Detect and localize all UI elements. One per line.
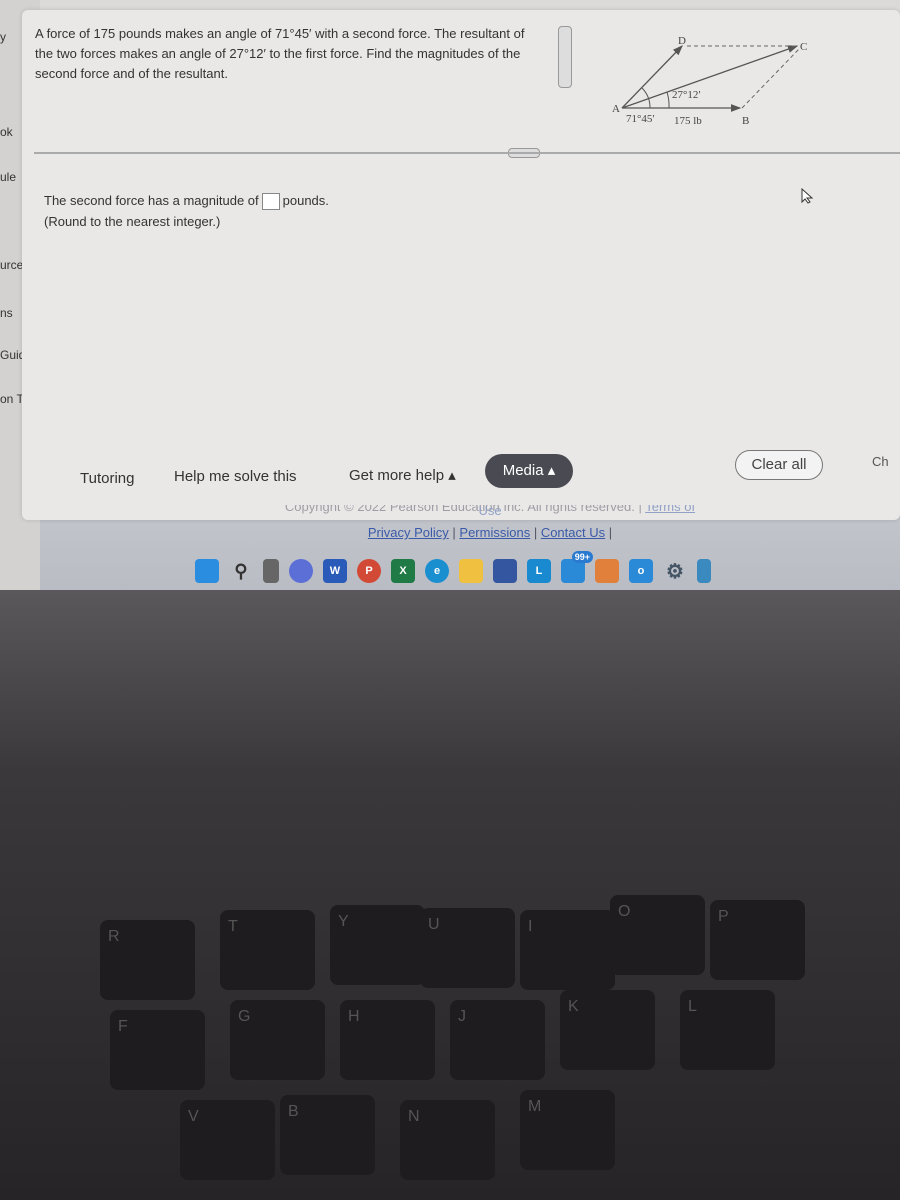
label-angle1: 71°45′ bbox=[626, 113, 655, 125]
resize-handle-vertical[interactable] bbox=[558, 26, 572, 88]
key: K bbox=[560, 990, 655, 1070]
key: L bbox=[680, 990, 775, 1070]
mail-badge: 99+ bbox=[571, 551, 593, 563]
key: H bbox=[340, 1000, 435, 1080]
excel-icon[interactable]: X bbox=[391, 559, 415, 583]
key: F bbox=[110, 1010, 205, 1090]
label-b: B bbox=[742, 115, 749, 126]
edge-icon[interactable]: e bbox=[425, 559, 449, 583]
task-view-icon[interactable] bbox=[263, 559, 279, 583]
copyright: Copyright © 2022 Pearson Education Inc. … bbox=[284, 505, 642, 514]
teams-icon[interactable] bbox=[289, 559, 313, 583]
windows-start-icon[interactable] bbox=[195, 559, 219, 583]
key: V bbox=[180, 1100, 275, 1180]
cursor-icon bbox=[801, 188, 814, 204]
key: U bbox=[420, 908, 515, 988]
search-icon[interactable]: ⚲ bbox=[229, 559, 253, 583]
tutoring-button[interactable]: Tutoring bbox=[80, 470, 134, 487]
contact-link[interactable]: Contact Us bbox=[541, 525, 605, 540]
help-me-solve-button[interactable]: Help me solve this bbox=[174, 468, 297, 485]
laptop-screen: y ok ule urces ns Guide on Tool A force … bbox=[0, 0, 900, 590]
answer-input[interactable] bbox=[261, 193, 280, 211]
taskbar: ⚲ W P X e L 99+ o ⚙ bbox=[195, 551, 711, 586]
permissions-link[interactable]: Permissions bbox=[459, 525, 530, 540]
question-text: A force of 175 pounds makes an angle of … bbox=[35, 26, 525, 81]
app-orange-icon[interactable] bbox=[595, 559, 619, 583]
sidebar-item[interactable]: y bbox=[0, 30, 6, 44]
get-more-help-button[interactable]: Get more help ▴ bbox=[349, 466, 456, 484]
recycle-bin-icon[interactable] bbox=[697, 559, 711, 583]
angle-arc bbox=[666, 91, 670, 109]
key: O bbox=[610, 895, 705, 975]
privacy-link[interactable]: Privacy Policy bbox=[368, 525, 449, 540]
sidebar-item[interactable]: ule bbox=[0, 170, 16, 184]
sidebar-item[interactable]: ok bbox=[0, 125, 13, 139]
key: G bbox=[230, 1000, 325, 1080]
key: Y bbox=[330, 905, 425, 985]
answer-prefix: The second force has a magnitude of bbox=[44, 193, 259, 208]
divider bbox=[34, 152, 900, 154]
label-force: 175 lb bbox=[674, 115, 702, 126]
check-answer-button[interactable]: Ch bbox=[872, 454, 889, 469]
key: P bbox=[710, 900, 805, 980]
media-button[interactable]: Media ▴ bbox=[485, 454, 573, 488]
clear-all-button[interactable]: Clear all bbox=[735, 450, 823, 480]
key: J bbox=[450, 1000, 545, 1080]
label-d: D bbox=[678, 35, 686, 47]
key: T bbox=[220, 910, 315, 990]
sidebar-item[interactable]: ns bbox=[0, 306, 13, 320]
answer-area: The second force has a magnitude of pound… bbox=[44, 190, 329, 232]
file-explorer-icon[interactable] bbox=[459, 559, 483, 583]
l-app-icon[interactable]: L bbox=[527, 559, 551, 583]
key: I bbox=[520, 910, 615, 990]
key: R bbox=[100, 920, 195, 1000]
laptop-keyboard: R T Y U I O P F G H J K L V B N M bbox=[0, 590, 900, 1200]
powerpoint-icon[interactable]: P bbox=[357, 559, 381, 583]
question-panel: A force of 175 pounds makes an angle of … bbox=[22, 10, 900, 520]
settings-icon[interactable]: ⚙ bbox=[663, 559, 687, 583]
dashed-bc bbox=[741, 47, 801, 109]
mail-icon[interactable]: 99+ bbox=[561, 551, 593, 583]
word-icon[interactable]: W bbox=[323, 559, 347, 583]
footer: Copyright © 2022 Pearson Education Inc. … bbox=[280, 505, 700, 540]
key: M bbox=[520, 1090, 615, 1170]
store-icon[interactable] bbox=[493, 559, 517, 583]
answer-note: (Round to the nearest integer.) bbox=[44, 214, 221, 229]
force-diagram: A B C D 71°45′ 27°12′ 175 lb bbox=[612, 35, 807, 126]
label-c: C bbox=[800, 41, 807, 53]
answer-suffix: pounds. bbox=[282, 193, 329, 208]
cortana-icon[interactable]: o bbox=[629, 559, 653, 583]
label-angle2: 27°12′ bbox=[672, 89, 701, 101]
label-a: A bbox=[612, 103, 620, 115]
angle-arc bbox=[641, 87, 651, 109]
key: N bbox=[400, 1100, 495, 1180]
key: B bbox=[280, 1095, 375, 1175]
